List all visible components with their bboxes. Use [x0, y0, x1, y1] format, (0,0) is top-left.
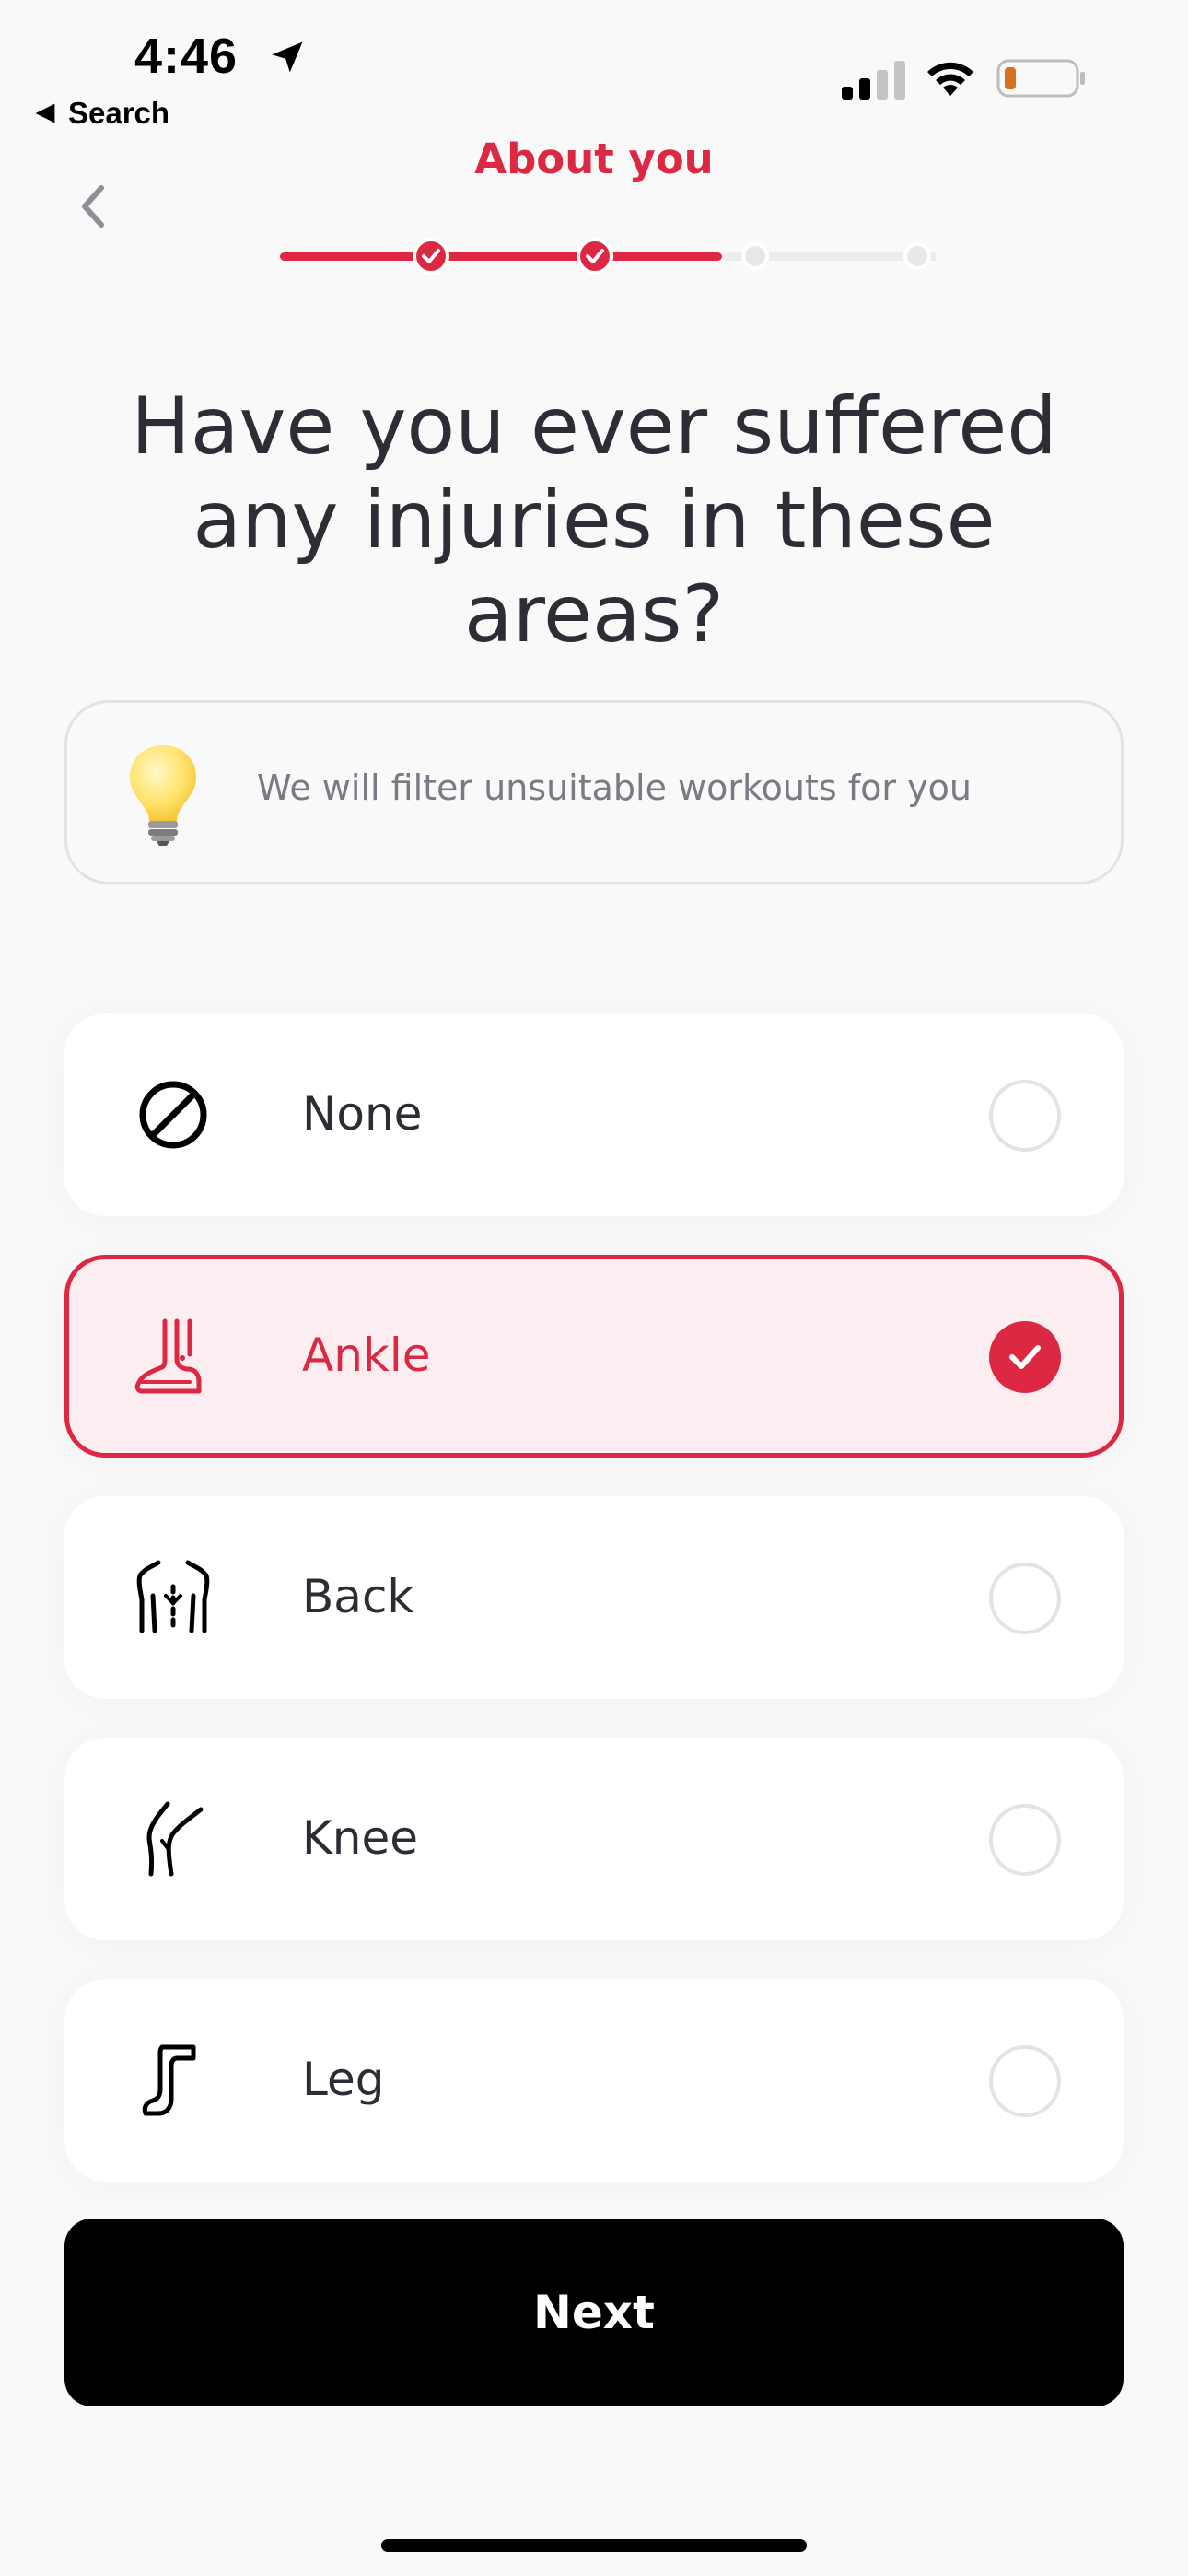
checkmark-icon — [1009, 1345, 1041, 1369]
option-knee[interactable]: Knee — [64, 1738, 1124, 1940]
home-indicator[interactable] — [381, 2539, 807, 2552]
option-leg[interactable]: Leg — [64, 1979, 1124, 2182]
battery-icon — [996, 59, 1085, 98]
screen: 4:46 Search About you Have you ever suff… — [0, 0, 1188, 2576]
tip-text: We will filter unsuitable workouts for y… — [257, 767, 972, 808]
option-radio[interactable] — [989, 1563, 1061, 1634]
leg-icon — [142, 2044, 196, 2116]
wifi-icon — [927, 62, 973, 96]
option-label: None — [302, 1087, 423, 1141]
option-radio[interactable] — [989, 1080, 1061, 1152]
step-1-check-icon — [413, 238, 449, 275]
option-ankle[interactable]: Ankle — [64, 1255, 1124, 1458]
option-label: Ankle — [302, 1329, 431, 1382]
option-label: Back — [302, 1570, 414, 1623]
step-progress-bar — [280, 238, 936, 275]
option-back[interactable]: Back — [64, 1496, 1124, 1699]
tip-box: We will filter unsuitable workouts for y… — [64, 700, 1124, 884]
back-to-search-label: Search — [68, 96, 170, 130]
question-heading: Have you ever suffered any injuries in t… — [131, 381, 1057, 661]
step-2-check-icon — [577, 238, 613, 275]
status-time: 4:46 — [134, 29, 239, 84]
back-chevron-icon[interactable] — [66, 179, 122, 234]
light-bulb-icon — [130, 745, 196, 846]
ankle-icon — [134, 1318, 202, 1394]
page-title: About you — [474, 135, 714, 183]
option-label: Leg — [302, 2053, 385, 2106]
option-radio[interactable] — [989, 1804, 1061, 1876]
location-arrow-icon — [272, 41, 303, 73]
cellular-signal-icon — [842, 61, 905, 100]
option-none[interactable]: None — [64, 1013, 1124, 1216]
knee-icon — [146, 1801, 204, 1877]
option-radio[interactable] — [989, 2045, 1061, 2117]
option-radio-checked[interactable] — [989, 1321, 1061, 1393]
step-4-dot — [903, 242, 931, 270]
next-button[interactable]: Next — [64, 2219, 1124, 2406]
step-3-dot — [741, 242, 769, 270]
prohibited-icon — [139, 1081, 207, 1149]
back-to-search-link[interactable]: Search — [33, 96, 169, 131]
option-label: Knee — [302, 1811, 419, 1865]
back-icon — [136, 1560, 210, 1633]
back-triangle-icon — [35, 103, 55, 123]
